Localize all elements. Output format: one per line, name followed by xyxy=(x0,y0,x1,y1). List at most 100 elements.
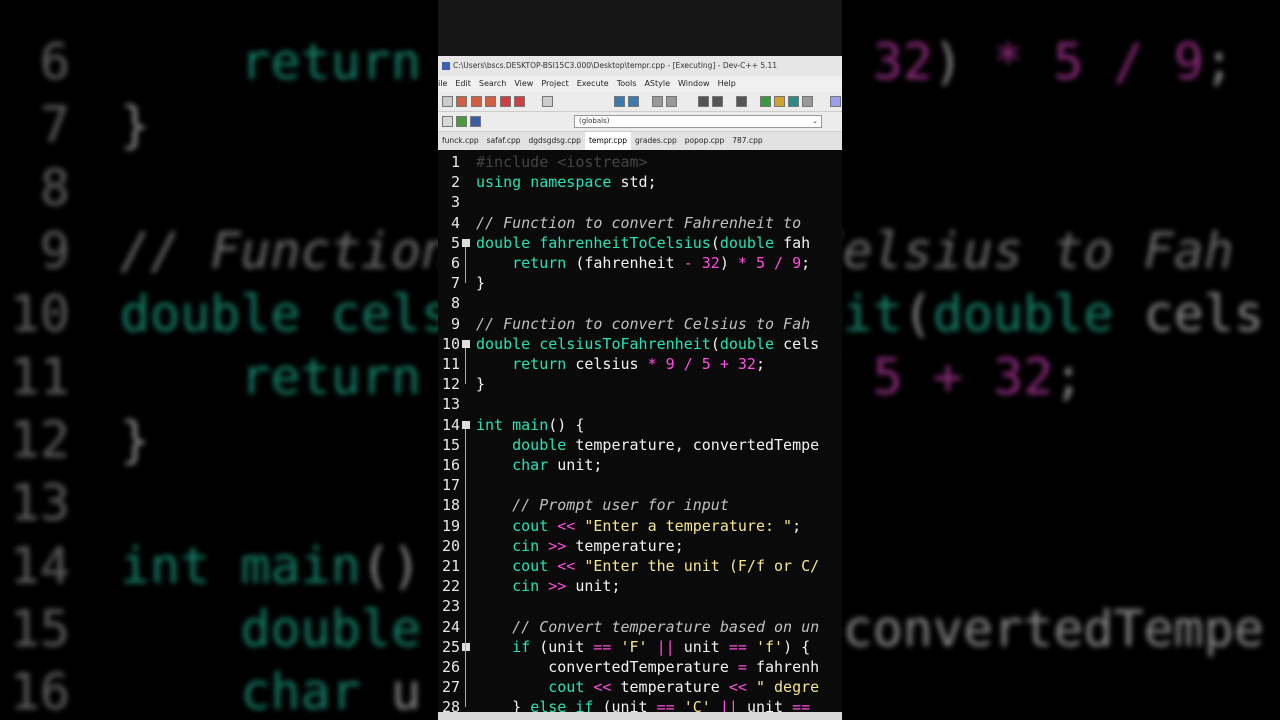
compile-run-icon[interactable] xyxy=(774,96,785,107)
open-icon[interactable] xyxy=(456,96,467,107)
tab-popop[interactable]: popop.cpp xyxy=(681,132,729,150)
bookmark-icon[interactable] xyxy=(470,116,481,127)
line-number: 1 xyxy=(450,153,460,171)
tab-tempr[interactable]: tempr.cpp xyxy=(584,132,631,150)
line-number: 27 xyxy=(441,678,460,697)
save-icon[interactable] xyxy=(471,96,482,107)
fold-toggle-icon[interactable] xyxy=(462,238,470,247)
horizontal-scrollbar[interactable] xyxy=(438,712,842,720)
close-all-icon[interactable] xyxy=(514,96,525,107)
tab-safaf[interactable]: safaf.cpp xyxy=(483,132,525,150)
line-number: 2 xyxy=(450,173,460,192)
line-number: 3 xyxy=(450,193,460,212)
code-text: using namespace std; xyxy=(476,173,657,192)
menu-item-window[interactable]: Window xyxy=(678,76,710,92)
code-text: double fahrenheitToCelsius(double fah xyxy=(476,233,811,252)
background-code-line: 14 int main() { xyxy=(0,534,482,598)
code-text: } xyxy=(476,375,486,394)
tab-funck[interactable]: funck.cpp xyxy=(438,132,483,150)
back-icon[interactable] xyxy=(698,96,709,107)
background-line-number: 14 xyxy=(9,537,70,595)
line-number: 17 xyxy=(441,476,460,495)
menu-item-astyle[interactable]: AStyle xyxy=(644,76,670,92)
line-number: 12 xyxy=(441,375,460,394)
background-code-line: 12} xyxy=(0,408,150,472)
background-line-number: 9 xyxy=(39,222,70,280)
line-number: 8 xyxy=(450,294,460,313)
indent-icon[interactable] xyxy=(652,96,663,107)
background-line-number: 8 xyxy=(39,159,70,217)
line-number: 15 xyxy=(441,435,460,454)
code-text: convertedTemperature = fahrenh xyxy=(548,658,820,676)
tab-787[interactable]: 787.cpp xyxy=(728,132,766,150)
background-code-text: } xyxy=(120,96,151,154)
close-icon[interactable] xyxy=(500,96,511,107)
menu-item-execute[interactable]: Execute xyxy=(577,76,609,92)
background-line-number: 7 xyxy=(39,96,70,154)
replace-icon[interactable] xyxy=(628,96,639,107)
fold-toggle-icon[interactable] xyxy=(462,642,470,651)
menu-item-help[interactable]: Help xyxy=(718,76,736,92)
compile-icon[interactable] xyxy=(736,96,747,107)
background-line-number: 10 xyxy=(9,285,70,343)
code-editor[interactable]: 1 #include <iostream> 2 using namespace std… xyxy=(438,150,842,712)
debug-icon[interactable] xyxy=(802,96,813,107)
fold-toggle-icon[interactable] xyxy=(462,339,470,348)
menu-item-project[interactable]: Project xyxy=(541,76,568,92)
scope-selector[interactable]: (globals) ⌄ xyxy=(574,115,822,128)
menu-item-tools[interactable]: Tools xyxy=(617,76,637,92)
check-icon[interactable] xyxy=(830,96,841,107)
code-text: cin >> unit; xyxy=(512,577,621,596)
app-icon xyxy=(442,62,450,70)
code-text: // Prompt user for input xyxy=(512,496,729,515)
new-file-icon[interactable] xyxy=(442,96,453,107)
tab-dgdsgdsg[interactable]: dgdsgdsg.cpp xyxy=(525,132,585,150)
fold-guide xyxy=(465,347,466,385)
menu-item-edit[interactable]: Edit xyxy=(455,76,471,92)
line-number: 11 xyxy=(441,355,460,373)
save-all-icon[interactable] xyxy=(485,96,496,107)
line-number: 18 xyxy=(441,496,460,515)
ide-screen-capture: C:\Users\bscs.DESKTOP-BSI15C3.000\Deskto… xyxy=(438,0,842,720)
background-code-line: 8 xyxy=(0,156,120,220)
line-number: 19 xyxy=(441,516,460,535)
line-number: 4 xyxy=(450,213,460,232)
menu-bar: ile Edit Search View Project Execute Tools ASty… xyxy=(438,76,842,92)
background-line-number: 6 xyxy=(39,33,70,91)
code-text: return celsius * 9 / 5 + 32; xyxy=(512,355,765,373)
insert-icon[interactable] xyxy=(456,116,467,127)
tab-grades[interactable]: grades.cpp xyxy=(631,132,681,150)
menu-item-view[interactable]: View xyxy=(514,76,533,92)
code-text: // Convert temperature based on un xyxy=(512,617,820,636)
line-number: 23 xyxy=(441,597,460,616)
background-code-text: int main() { xyxy=(120,537,481,595)
run-icon[interactable] xyxy=(760,96,771,107)
fold-toggle-icon[interactable] xyxy=(462,420,470,429)
line-number: 7 xyxy=(450,274,460,293)
forward-icon[interactable] xyxy=(712,96,723,107)
line-number: 24 xyxy=(441,617,460,636)
unindent-icon[interactable] xyxy=(666,96,677,107)
code-text: return (fahrenheit - 32) * 5 / 9; xyxy=(512,254,811,272)
code-text: char unit; xyxy=(512,456,603,474)
scope-selector-value: (globals) xyxy=(579,117,610,125)
background-line-number: 13 xyxy=(9,474,70,532)
line-number: 21 xyxy=(441,557,460,575)
line-number: 10 xyxy=(441,334,460,353)
menu-item-search[interactable]: Search xyxy=(479,76,506,92)
rebuild-icon[interactable] xyxy=(788,96,799,107)
code-text: #include <iostream> xyxy=(476,153,648,171)
background-line-number: 11 xyxy=(9,348,70,406)
print-icon[interactable] xyxy=(542,96,553,107)
fold-guide xyxy=(465,428,466,708)
line-number: 26 xyxy=(441,658,460,676)
code-text: // Function to convert Celsius to Fah xyxy=(476,314,811,333)
find-icon[interactable] xyxy=(614,96,625,107)
background-line-number: 15 xyxy=(9,600,70,658)
menu-item-ile[interactable]: ile xyxy=(438,76,447,92)
background-code-text: char u xyxy=(240,663,422,720)
line-number: 28 xyxy=(441,698,460,712)
new-class-icon[interactable] xyxy=(442,116,453,127)
code-text: if (unit == 'F' || unit == 'f') { xyxy=(512,637,811,656)
background-code-line: 13 xyxy=(0,471,120,535)
